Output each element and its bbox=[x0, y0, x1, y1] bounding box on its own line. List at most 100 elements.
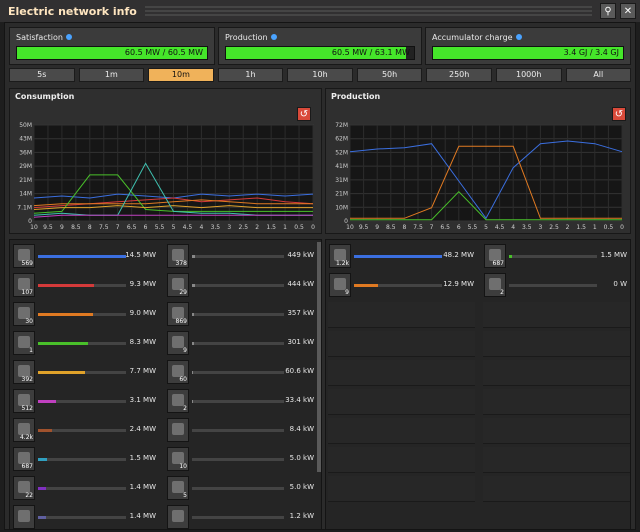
entity-count: 1 bbox=[29, 347, 33, 354]
list-item[interactable]: 107 9.3 MW bbox=[10, 272, 162, 298]
tab-250h[interactable]: 250h bbox=[426, 68, 492, 82]
y-tick-label: 50M bbox=[19, 122, 32, 129]
entity-icon-slot[interactable]: 687 bbox=[484, 244, 506, 268]
x-tick-label: 7 bbox=[116, 224, 120, 231]
list-item[interactable]: 869 357 kW bbox=[164, 301, 316, 327]
list-item[interactable]: 378 449 kW bbox=[164, 243, 316, 269]
y-tick-label: 31M bbox=[335, 177, 348, 184]
entity-icon-slot[interactable]: 1.2k bbox=[329, 244, 351, 268]
close-icon[interactable]: ✕ bbox=[620, 3, 636, 19]
list-item[interactable]: 569 14.5 MW bbox=[10, 243, 162, 269]
list-item[interactable]: 29 444 kW bbox=[164, 272, 316, 298]
reset-zoom-icon[interactable]: ↺ bbox=[297, 107, 311, 121]
entity-count: 22 bbox=[25, 492, 33, 499]
producers-list[interactable]: 1.2k 48.2 MW 9 12.9 MW 687 1.5 MW 2 0 W bbox=[325, 239, 631, 530]
power-bar bbox=[354, 255, 442, 258]
tab-5s[interactable]: 5s bbox=[9, 68, 75, 82]
list-item[interactable]: 1.2k 48.2 MW bbox=[326, 243, 478, 269]
info-icon[interactable] bbox=[270, 34, 277, 40]
power-bar-fill bbox=[38, 516, 46, 519]
x-tick-label: 3.5 bbox=[522, 224, 532, 231]
list-item[interactable]: 687 1.5 MW bbox=[10, 446, 162, 472]
list-item[interactable]: 9 12.9 MW bbox=[326, 272, 478, 298]
drag-handle[interactable] bbox=[144, 6, 592, 16]
time-range-tabs: 5s 1m 10m 1h 10h 50h 250h 1000h All bbox=[9, 68, 632, 82]
entity-icon-slot[interactable]: 29 bbox=[167, 273, 189, 297]
entity-icon-slot[interactable]: 378 bbox=[167, 244, 189, 268]
entity-icon-slot[interactable]: 1 bbox=[13, 331, 35, 355]
consumers-list[interactable]: 569 14.5 MW 107 9.3 MW 30 9.0 MW 1 8.3 MW 392 7.7… bbox=[9, 239, 322, 530]
power-value: 14.5 MW bbox=[125, 251, 156, 259]
list-item[interactable]: 2 0 W bbox=[481, 272, 630, 298]
tab-1m[interactable]: 1m bbox=[78, 68, 145, 82]
list-item[interactable]: 60 60.6 kW bbox=[164, 359, 316, 385]
info-icon[interactable] bbox=[65, 34, 72, 40]
list-item[interactable]: 1.2 kW bbox=[164, 504, 316, 529]
tab-50h[interactable]: 50h bbox=[356, 68, 423, 82]
tab-10h[interactable]: 10h bbox=[287, 68, 353, 82]
list-item[interactable]: 1.4 MW bbox=[10, 504, 162, 529]
entity-icon-slot[interactable]: 30 bbox=[13, 302, 35, 326]
entity-icon-slot[interactable] bbox=[167, 418, 189, 442]
entity-icon-slot[interactable] bbox=[167, 505, 189, 529]
power-bar-fill bbox=[354, 255, 442, 258]
entity-icon-slot[interactable]: 10 bbox=[167, 447, 189, 471]
entity-icon-slot[interactable]: 2 bbox=[167, 389, 189, 413]
empty-slot bbox=[483, 476, 630, 502]
entity-icon-slot[interactable]: 687 bbox=[13, 447, 35, 471]
list-item[interactable]: 22 1.4 MW bbox=[10, 475, 162, 501]
y-tick-label: 7.1M bbox=[17, 204, 32, 211]
entity-count: 512 bbox=[21, 405, 33, 412]
titlebar[interactable]: Electric network info ⚲ ✕ bbox=[0, 0, 640, 22]
entity-icon-slot[interactable]: 107 bbox=[13, 273, 35, 297]
list-item[interactable]: 687 1.5 MW bbox=[481, 243, 630, 269]
tab-1000h[interactable]: 1000h bbox=[495, 68, 562, 82]
power-value: 357 kW bbox=[287, 309, 314, 317]
entity-icon-slot[interactable]: 9 bbox=[167, 331, 189, 355]
list-item[interactable]: 2 33.4 kW bbox=[164, 388, 316, 414]
entity-icon-slot[interactable]: 9 bbox=[329, 273, 351, 297]
tab-all[interactable]: All bbox=[565, 68, 632, 82]
empty-slot bbox=[328, 476, 475, 502]
list-item[interactable]: 392 7.7 MW bbox=[10, 359, 162, 385]
list-item[interactable]: 5 5.0 kW bbox=[164, 475, 316, 501]
consumption-chart[interactable]: 50M 43M 36M 29M 21M 14M 7.1M 0 10 9.5 9 8.5 8 7.5 7 6.5… bbox=[10, 121, 321, 233]
production-bar: 60.5 MW / 63.1 MW bbox=[225, 46, 415, 60]
empty-slot bbox=[328, 418, 475, 444]
window-title: Electric network info bbox=[8, 4, 137, 18]
list-item[interactable]: 1 8.3 MW bbox=[10, 330, 162, 356]
power-bar-fill bbox=[192, 400, 193, 403]
production-chart[interactable]: 72M 62M 52M 41M 31M 21M 10M 0 10 9.5 9 8.5 8 7.5 7 6.5 6… bbox=[326, 121, 630, 233]
x-tick-label: 1 bbox=[593, 224, 597, 231]
list-item[interactable]: 8.4 kW bbox=[164, 417, 316, 443]
entity-icon-slot[interactable]: 512 bbox=[13, 389, 35, 413]
search-icon[interactable]: ⚲ bbox=[600, 3, 616, 19]
list-item[interactable]: 4.2k 2.4 MW bbox=[10, 417, 162, 443]
entity-icon-slot[interactable]: 869 bbox=[167, 302, 189, 326]
entity-icon-slot[interactable]: 60 bbox=[167, 360, 189, 384]
entity-icon-slot[interactable]: 4.2k bbox=[13, 418, 35, 442]
x-tick-label: 1 bbox=[283, 224, 287, 231]
entity-icon-slot[interactable]: 5 bbox=[167, 476, 189, 500]
list-item[interactable]: 10 5.0 kW bbox=[164, 446, 316, 472]
entity-count: 569 bbox=[21, 260, 33, 267]
list-item[interactable]: 9 301 kW bbox=[164, 330, 316, 356]
entity-icon-slot[interactable] bbox=[13, 505, 35, 529]
entity-icon-slot[interactable]: 392 bbox=[13, 360, 35, 384]
x-tick-label: 8.5 bbox=[386, 224, 396, 231]
reset-zoom-icon[interactable]: ↺ bbox=[612, 107, 626, 121]
tab-10m[interactable]: 10m bbox=[148, 68, 214, 82]
entity-icon-slot[interactable]: 2 bbox=[484, 273, 506, 297]
satisfaction-label: Satisfaction bbox=[16, 32, 63, 42]
tab-1h[interactable]: 1h bbox=[217, 68, 284, 82]
entity-icon-slot[interactable]: 569 bbox=[13, 244, 35, 268]
power-bar bbox=[38, 284, 126, 287]
power-value: 7.7 MW bbox=[129, 367, 156, 375]
x-tick-label: 4.5 bbox=[495, 224, 505, 231]
list-item[interactable]: 512 3.1 MW bbox=[10, 388, 162, 414]
power-value: 1.4 MW bbox=[129, 512, 156, 520]
entity-icon-slot[interactable]: 22 bbox=[13, 476, 35, 500]
consumers-scrollbar[interactable] bbox=[317, 242, 321, 472]
list-item[interactable]: 30 9.0 MW bbox=[10, 301, 162, 327]
info-icon[interactable] bbox=[515, 34, 522, 40]
